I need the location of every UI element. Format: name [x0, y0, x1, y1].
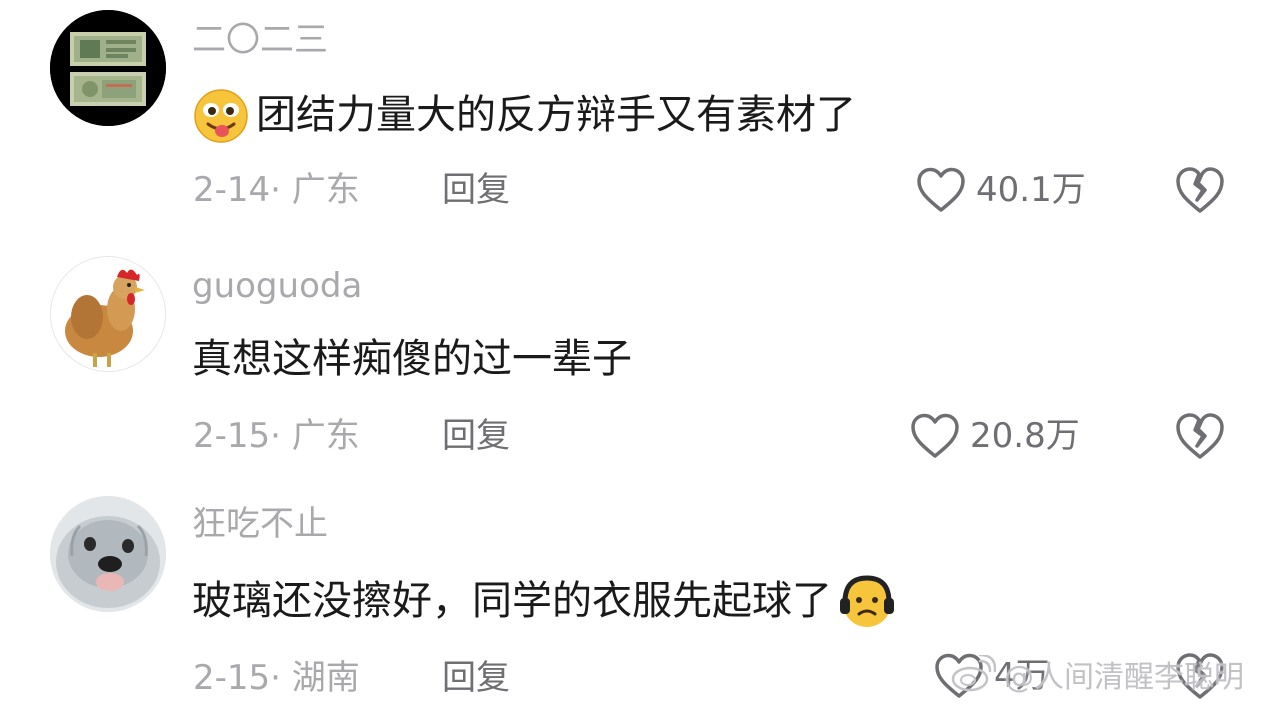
comment-text: 真想这样痴傻的过一辈子 — [192, 332, 632, 386]
avatar[interactable] — [50, 256, 166, 372]
like-count: 20.8万 — [970, 416, 1080, 456]
broken-heart-icon — [1176, 167, 1224, 213]
broken-heart-icon — [1176, 413, 1224, 459]
dislike-button[interactable] — [1174, 166, 1226, 218]
avatar[interactable] — [50, 496, 166, 612]
weibo-logo-icon — [950, 653, 997, 693]
comment-text-body: 团结力量大的反方辩手又有素材了 — [256, 92, 856, 138]
reply-button[interactable]: 回复 — [442, 170, 510, 210]
comment-username[interactable]: guoguoda — [192, 266, 362, 306]
comment-date-location: 2-15· 湖南 — [193, 658, 360, 698]
like-button[interactable]: 20.8万 — [910, 410, 1080, 462]
comment-text: 团结力量大的反方辩手又有素材了 — [192, 86, 856, 144]
watermark: @人间清醒李聪明 — [950, 652, 1244, 696]
comment-date-location: 2-14· 广东 — [193, 170, 360, 210]
like-button[interactable]: 40.1万 — [916, 164, 1086, 216]
watermark-text: @人间清醒李聪明 — [1004, 660, 1244, 695]
drooling-face-emoji — [192, 86, 250, 144]
comment-username[interactable]: 狂吃不止 — [192, 504, 328, 544]
reply-button[interactable]: 回复 — [442, 658, 510, 698]
comment-username[interactable]: 二〇二三 — [192, 20, 328, 60]
like-count: 40.1万 — [976, 170, 1086, 210]
avatar[interactable] — [50, 10, 166, 126]
headphones-sad-face-emoji — [838, 572, 896, 630]
comment-date-location: 2-15· 广东 — [193, 416, 360, 456]
comment-text-body: 真想这样痴傻的过一辈子 — [192, 336, 632, 382]
heart-icon — [916, 167, 966, 213]
comment-list: 二〇二三 团结力量大的反方辩手又有素材了 2-14· 广东 回复 40.1万 g… — [0, 0, 1280, 707]
reply-button[interactable]: 回复 — [442, 416, 510, 456]
comment-text: 玻璃还没擦好，同学的衣服先起球了 — [192, 572, 896, 630]
comment-text-body: 玻璃还没擦好，同学的衣服先起球了 — [192, 578, 832, 624]
dislike-button[interactable] — [1174, 412, 1226, 464]
heart-icon — [910, 413, 960, 459]
